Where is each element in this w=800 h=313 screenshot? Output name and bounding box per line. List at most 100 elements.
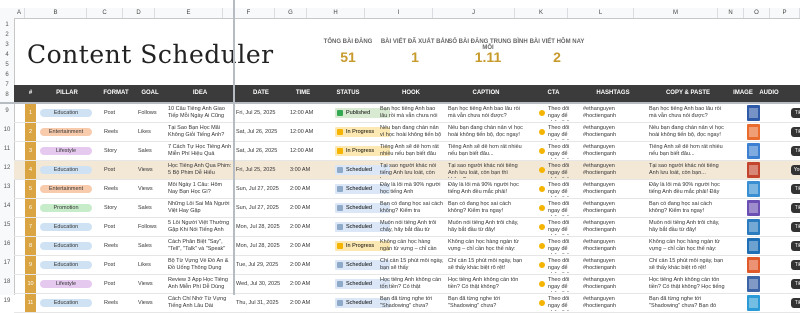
caption-cell[interactable]: Đây là lỗi mà 90% người học tiếng Anh đề… xyxy=(448,182,526,197)
date-cell[interactable]: Sat, Jul 26, 2025 xyxy=(236,129,287,135)
audio-chip[interactable]: Tik xyxy=(791,298,800,308)
hook-cell[interactable]: Chỉ cần 15 phút mỗi ngày, bạn sẽ thấy xyxy=(380,258,444,273)
pillar-chip[interactable]: Entertainment xyxy=(40,128,92,136)
audio-chip[interactable]: Tik xyxy=(791,146,800,156)
audio-chip[interactable]: Tik xyxy=(791,108,800,118)
image-thumbnail[interactable] xyxy=(747,162,760,178)
goal-cell[interactable]: Views xyxy=(138,167,166,173)
pillar-chip[interactable]: Education xyxy=(40,242,92,250)
row-number[interactable]: 3 xyxy=(0,42,14,48)
row-number[interactable]: 10 xyxy=(0,127,14,133)
column-letter[interactable]: N xyxy=(718,8,744,18)
caption-cell[interactable]: Nếu bạn đang chán nản vì học hoài không … xyxy=(448,125,526,140)
audio-chip[interactable]: Tik xyxy=(791,279,800,289)
hashtags-cell[interactable]: #ethanguyen #hoctienganh xyxy=(583,201,645,216)
table-row[interactable]: 3 Lifestyle Story Sales 7 Cách Tự Học Tiếng … xyxy=(14,142,800,161)
th-date[interactable]: DATE xyxy=(235,85,287,102)
audio-chip[interactable]: Tik xyxy=(791,241,800,251)
time-cell[interactable]: 12:00 AM xyxy=(290,129,320,135)
goal-cell[interactable]: Sales xyxy=(138,148,166,154)
image-thumbnail[interactable] xyxy=(747,219,760,235)
column-letter[interactable]: M xyxy=(634,8,718,18)
hook-cell[interactable]: Đây là lỗi mà 90% người học tiếng Anh xyxy=(380,182,444,197)
time-cell[interactable]: 12:00 AM xyxy=(290,148,320,154)
idea-cell[interactable]: Mỗi Ngày 1 Câu: Hôm Nay Bạn Học Gì? xyxy=(168,182,233,197)
caption-cell[interactable]: Tiếng Anh sẽ dễ hơn rất nhiều nếu bạn bi… xyxy=(448,144,526,159)
table-row[interactable]: 2 Entertainment Reels Likes Tại Sao Bạn Học … xyxy=(14,123,800,142)
cta-cell[interactable]: Theo dõi ngay để nhận thêm nhiều xyxy=(548,163,579,178)
copy-paste-cell[interactable]: Học tiếng Anh không cần tốn tiền? Có thậ… xyxy=(649,277,729,292)
table-row[interactable]: 9 Education Post Likes Bộ Từ Vựng Về Đồ Ăn &… xyxy=(14,256,800,275)
th-goal[interactable]: GOAL xyxy=(134,85,166,102)
frozen-row-divider[interactable] xyxy=(0,102,800,104)
row-number[interactable]: 14 xyxy=(0,203,14,209)
date-cell[interactable]: Sun, Jul 27, 2025 xyxy=(236,186,287,192)
row-number[interactable]: 12 xyxy=(0,165,14,171)
table-row[interactable]: 11 Education Reels Views Cách Chỉ Nhớ Từ Vựn… xyxy=(14,294,800,313)
hashtags-cell[interactable]: #ethanguyen #hoctienganh xyxy=(583,163,645,178)
idea-cell[interactable]: 7 Cách Tự Học Tiếng Anh Miễn Phí Hiệu Qu… xyxy=(168,144,233,159)
pillar-chip[interactable]: Entertainment xyxy=(40,185,92,193)
format-cell[interactable]: Post xyxy=(104,281,134,287)
column-letter[interactable]: O xyxy=(744,8,770,18)
format-cell[interactable]: Story xyxy=(104,148,134,154)
th-format[interactable]: FORMAT xyxy=(98,85,134,102)
caption-cell[interactable]: Muốn nói tiếng Anh trôi chảy, hãy bắt đầ… xyxy=(448,220,526,235)
date-cell[interactable]: Fri, Jul 25, 2025 xyxy=(236,167,287,173)
th-cta[interactable]: CTA xyxy=(527,85,580,102)
format-cell[interactable]: Reels xyxy=(104,300,134,306)
date-cell[interactable]: Thu, Jul 31, 2025 xyxy=(236,300,287,306)
th-hook[interactable]: HOOK xyxy=(377,85,445,102)
copy-paste-cell[interactable]: Tiếng Anh sẽ dễ hơn rất nhiều nếu bạn bi… xyxy=(649,144,729,159)
date-cell[interactable]: Mon, Jul 28, 2025 xyxy=(236,224,287,230)
date-cell[interactable]: Mon, Jul 28, 2025 xyxy=(236,243,287,249)
cta-cell[interactable]: Theo dõi ngay để nhận thêm nhiều xyxy=(548,106,579,121)
row-number[interactable]: 18 xyxy=(0,279,14,285)
column-letter[interactable]: A xyxy=(14,8,25,18)
date-cell[interactable]: Wed, Jul 30, 2025 xyxy=(236,281,287,287)
pillar-chip[interactable]: Lifestyle xyxy=(40,280,92,288)
image-thumbnail[interactable] xyxy=(747,238,760,254)
th-idea[interactable]: IDEA xyxy=(166,85,234,102)
table-row[interactable]: 6 Promotion Story Sales Những Lỗi Sai Mà Ngư… xyxy=(14,199,800,218)
hook-cell[interactable]: Bạn học tiếng Anh bao lâu rồi mà vẫn chư… xyxy=(380,106,444,121)
hashtags-cell[interactable]: #ethanguyen #hoctienganh xyxy=(583,258,645,273)
caption-cell[interactable]: Bạn học tiếng Anh bao lâu rồi mà vẫn chư… xyxy=(448,106,526,121)
goal-cell[interactable]: Follows xyxy=(138,224,166,230)
table-row[interactable]: 4 Education Post Views Học Tiếng Anh Qua Phi… xyxy=(14,161,800,180)
image-thumbnail[interactable] xyxy=(747,124,760,140)
th-copy[interactable]: COPY & PASTE xyxy=(646,85,730,102)
column-letter[interactable]: C xyxy=(87,8,123,18)
column-letter[interactable]: F xyxy=(223,8,275,18)
copy-paste-cell[interactable]: Bạn đã từng nghe tới "Shadowing" chưa? B… xyxy=(649,296,729,311)
caption-cell[interactable]: Học tiếng Anh không cần tốn tiền? Có thậ… xyxy=(448,277,526,292)
row-number[interactable]: 11 xyxy=(0,146,14,152)
row-number[interactable]: 4 xyxy=(0,52,14,58)
pillar-chip[interactable]: Education xyxy=(40,261,92,269)
copy-paste-cell[interactable]: Không cần học hàng ngàn từ vựng – chỉ cầ… xyxy=(649,239,729,254)
th-caption[interactable]: CAPTION xyxy=(445,85,527,102)
audio-chip[interactable]: You xyxy=(791,165,800,175)
th-image[interactable]: IMAGE xyxy=(730,85,756,102)
column-letter[interactable]: H xyxy=(307,8,365,18)
format-cell[interactable]: Post xyxy=(104,110,134,116)
frozen-column-divider[interactable] xyxy=(233,0,235,295)
date-cell[interactable]: Fri, Jul 25, 2025 xyxy=(236,110,287,116)
copy-paste-cell[interactable]: Bạn học tiếng Anh bao lâu rồi mà vẫn chư… xyxy=(649,106,729,121)
hashtags-cell[interactable]: #ethanguyen #hoctienganh xyxy=(583,144,645,159)
table-row[interactable]: 10 Lifestyle Post Views Review 3 App Học Tiế… xyxy=(14,275,800,294)
table-row[interactable]: 5 Entertainment Reels Views Mỗi Ngày 1 Câu: … xyxy=(14,180,800,199)
image-thumbnail[interactable] xyxy=(747,257,760,273)
time-cell[interactable]: 2:00 AM xyxy=(290,281,320,287)
format-cell[interactable]: Post xyxy=(104,262,134,268)
copy-paste-cell[interactable]: Bạn có đang học sai cách không? Kiểm tra… xyxy=(649,201,729,216)
row-number[interactable]: 16 xyxy=(0,241,14,247)
hashtags-cell[interactable]: #ethanguyen #hoctienganh xyxy=(583,220,645,235)
image-thumbnail[interactable] xyxy=(747,105,760,121)
goal-cell[interactable]: Likes xyxy=(138,129,166,135)
idea-cell[interactable]: Review 3 App Học Tiếng Anh Miễn Phí Dễ D… xyxy=(168,277,233,292)
goal-cell[interactable]: Views xyxy=(138,281,166,287)
format-cell[interactable]: Story xyxy=(104,205,134,211)
cta-cell[interactable]: Theo dõi ngay để nhận thêm nhiều xyxy=(548,125,579,140)
column-letter[interactable]: P xyxy=(770,8,800,18)
